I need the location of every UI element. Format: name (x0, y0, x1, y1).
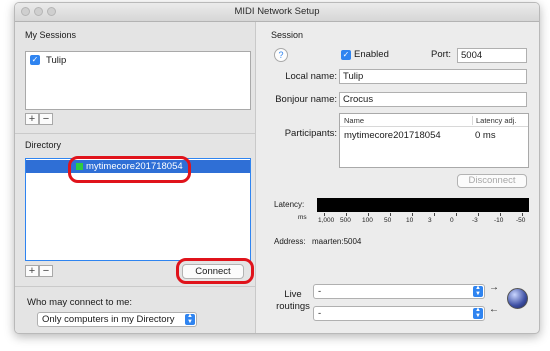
latency-tick-mark (324, 213, 325, 216)
latency-tick-mark (346, 213, 347, 216)
popup-stepper-icon: ▲ ▼ (473, 307, 483, 319)
left-pane: My Sessions ✓ Tulip + − Directory mytime… (15, 22, 256, 333)
latency-tick-mark (412, 213, 413, 216)
remove-directory-button[interactable]: − (39, 265, 53, 277)
column-header-name: Name (344, 116, 365, 125)
participant-name: mytimecore201718054 (344, 130, 441, 141)
list-item[interactable]: ✓ Tulip (26, 52, 250, 68)
title-bar: MIDI Network Setup (15, 3, 539, 22)
window-title: MIDI Network Setup (234, 6, 320, 17)
section-divider (15, 133, 255, 134)
participants-header: Name Latency adj. (340, 114, 528, 127)
bonjour-name-field[interactable]: Crocus (339, 92, 527, 107)
access-popup[interactable]: Only computers in my Directory ▲ ▼ (37, 312, 197, 327)
network-globe-icon (507, 288, 528, 309)
latency-tick-label: 3 (428, 217, 432, 224)
routing-output-value: - (318, 308, 322, 319)
latency-tick-label: 10 (406, 217, 414, 224)
local-name-field[interactable]: Tulip (339, 69, 527, 84)
latency-tick-label: -50 (516, 217, 526, 224)
section-divider (15, 286, 255, 287)
local-name-label: Local name: (285, 71, 337, 82)
arrow-right-icon: → (489, 282, 499, 293)
latency-tick-label: 1,000 (318, 217, 335, 224)
access-selected-value: Only computers in my Directory (42, 314, 175, 325)
live-routings-label: Live routings (275, 289, 311, 313)
latency-label: Latency: (274, 200, 305, 209)
latency-tick-mark (390, 213, 391, 216)
access-label: Who may connect to me: (27, 297, 133, 308)
address-label: Address: (274, 237, 306, 246)
enabled-checkbox[interactable]: ✓ (341, 50, 351, 60)
add-directory-button[interactable]: + (25, 265, 39, 277)
latency-tick-mark (456, 213, 457, 216)
latency-tick-mark (368, 213, 369, 216)
port-field[interactable]: 5004 (457, 48, 527, 63)
enabled-label: Enabled (354, 49, 389, 60)
disconnect-button[interactable]: Disconnect (457, 174, 527, 188)
latency-tick-mark (478, 213, 479, 216)
my-sessions-heading: My Sessions (25, 30, 77, 40)
arrow-left-icon: ← (489, 304, 499, 315)
annotation-highlight-ring (176, 258, 254, 284)
directory-heading: Directory (25, 140, 62, 150)
latency-tick-label: 50 (384, 217, 392, 224)
routing-input-value: - (318, 286, 322, 297)
latency-tick-mark (500, 213, 501, 216)
help-icon[interactable]: ? (274, 48, 288, 62)
port-label: Port: (431, 49, 452, 60)
routing-output-popup[interactable]: - ▲ ▼ (313, 306, 485, 321)
popup-stepper-icon: ▲ ▼ (185, 313, 195, 325)
latency-tick-mark (434, 213, 435, 216)
annotation-highlight-ring (68, 156, 191, 183)
latency-tick-mark (522, 213, 523, 216)
popup-stepper-icon: ▲ ▼ (473, 285, 483, 297)
routing-input-popup[interactable]: - ▲ ▼ (313, 284, 485, 299)
my-sessions-list[interactable]: ✓ Tulip (25, 51, 251, 110)
table-row[interactable]: mytimecore201718054 0 ms (340, 130, 528, 143)
column-header-latency: Latency adj. (472, 116, 516, 125)
session-heading: Session (271, 30, 304, 40)
add-session-button[interactable]: + (25, 113, 39, 125)
remove-session-button[interactable]: − (39, 113, 53, 125)
latency-tick-label: 0 (450, 217, 454, 224)
latency-tick-label: -3 (472, 217, 478, 224)
latency-tick-label: 100 (362, 217, 373, 224)
participants-table[interactable]: Name Latency adj. mytimecore201718054 0 … (339, 113, 529, 168)
latency-tick-label: -10 (494, 217, 504, 224)
address-value: maarten:5004 (312, 237, 362, 246)
session-name: Tulip (46, 55, 67, 66)
bonjour-name-label: Bonjour name: (275, 94, 337, 105)
latency-tick-label: 500 (340, 217, 351, 224)
live-routings-label-line2: routings (276, 301, 310, 312)
participant-latency: 0 ms (475, 130, 496, 141)
live-routings-label-line1: Live (284, 289, 302, 300)
participants-label: Participants: (284, 128, 337, 139)
midi-network-setup-window: MIDI Network Setup My Sessions ✓ Tulip +… (14, 2, 540, 334)
latency-unit-label: ms (298, 214, 307, 221)
session-enabled-checkbox[interactable]: ✓ (30, 55, 40, 65)
latency-meter (317, 198, 529, 212)
